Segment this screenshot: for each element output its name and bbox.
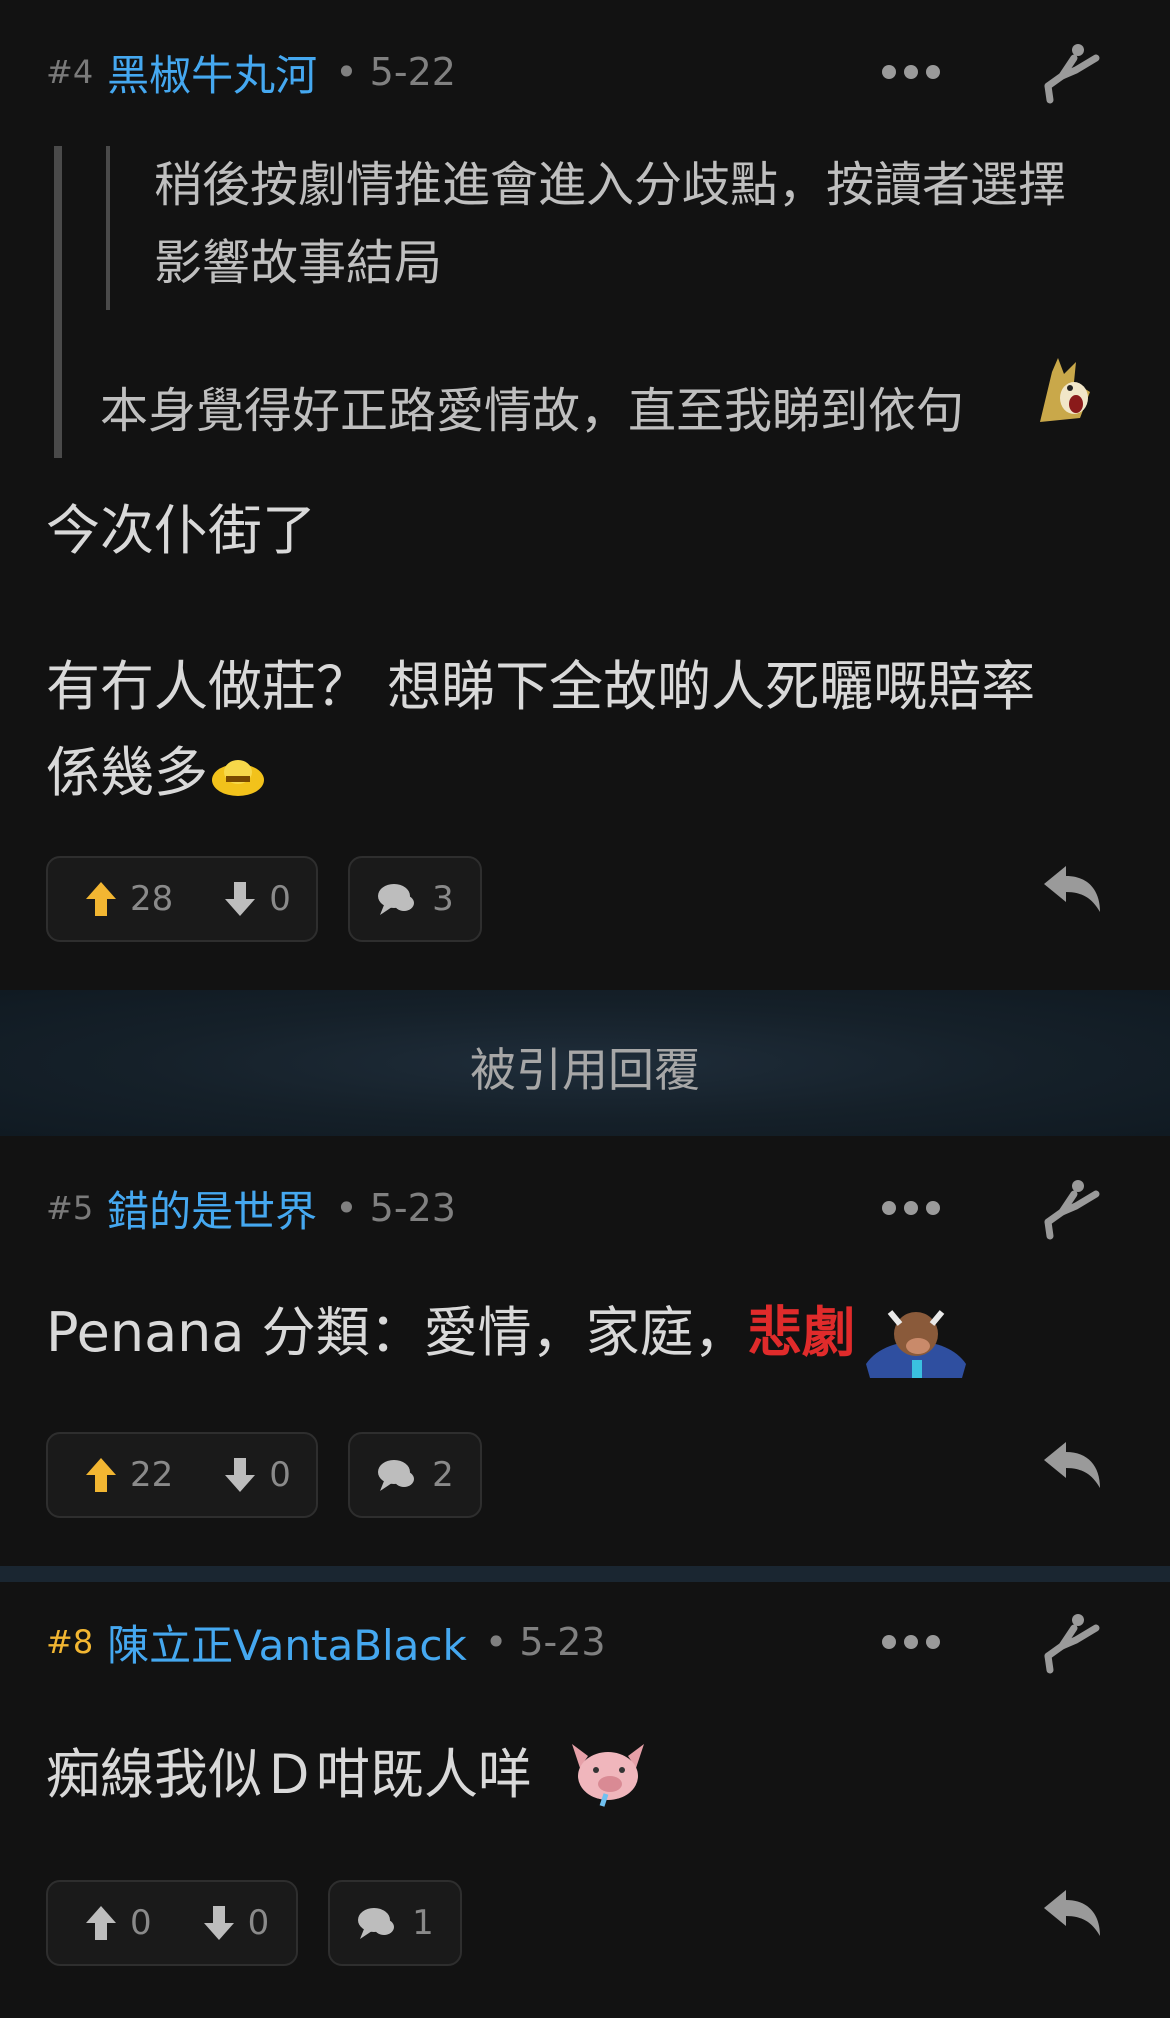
post-body-line-2: 有冇人做莊？ 想睇下全故啲人死曬嘅賠率 — [46, 655, 1036, 718]
vote-box: 28 0 — [46, 856, 318, 942]
nested-quote-line-1: 稍後按劇情推進會進入分歧點，按讀者選擇 — [154, 157, 1067, 213]
comment-count: 2 — [432, 1455, 454, 1495]
more-options-button[interactable] — [882, 1622, 942, 1662]
downvote-arrow-icon — [225, 882, 256, 916]
post-number: #5 — [46, 1189, 94, 1227]
more-dots-icon — [882, 1201, 896, 1215]
upvote-button[interactable]: 28 — [84, 879, 173, 919]
comment-button[interactable]: 3 — [348, 856, 482, 942]
upvote-arrow-icon — [86, 1906, 116, 1940]
more-dots-icon — [882, 1635, 896, 1649]
post-body: Penana 分類：愛情，家庭，悲劇 — [46, 1290, 974, 1379]
post-number: #8 — [46, 1623, 94, 1661]
post-header: #4 黑椒牛丸河 • 5-22 — [46, 46, 456, 100]
downvote-button[interactable]: 0 — [202, 1903, 270, 1943]
upvote-count: 22 — [130, 1455, 174, 1495]
post-body-line-3-text: 係幾多 — [46, 741, 208, 804]
quote-text: 本身覺得好正路愛情故，直至我睇到依句 — [100, 372, 964, 450]
upvote-button[interactable]: 0 — [84, 1903, 152, 1943]
post-4: #4 黑椒牛丸河 • 5-22 稍後按劇情推進會進入分歧點，按讀者選擇 影響故事… — [0, 0, 1170, 990]
vote-box: 0 0 — [46, 1880, 298, 1966]
username-link[interactable]: 錯的是世界 — [107, 1178, 317, 1239]
comment-bubble-icon — [378, 884, 415, 915]
comment-count: 1 — [412, 1903, 434, 1943]
post-body: 痴線我似Ｄ咁既人咩 — [46, 1732, 532, 1818]
username-link[interactable]: 陳立正VantaBlack — [107, 1612, 467, 1673]
quote-bar-outer — [54, 146, 62, 458]
fly-icon[interactable] — [1040, 1176, 1104, 1240]
bull-emoji-icon — [865, 1310, 966, 1379]
fly-icon[interactable] — [1040, 40, 1104, 104]
reply-arrow-icon[interactable] — [1040, 862, 1104, 918]
post-divider — [0, 1566, 1170, 1582]
post-number: #4 — [46, 53, 94, 91]
quote-text-content: 本身覺得好正路愛情故，直至我睇到依句 — [100, 383, 965, 439]
post-body-line-1: 今次仆街了 — [46, 499, 316, 562]
post-8: #8 陳立正VantaBlack • 5-23 痴線我似Ｄ咁既人咩 0 0 1 — [0, 1582, 1170, 2018]
post-date: • 5-23 — [484, 1620, 606, 1664]
downvote-arrow-icon — [225, 1458, 256, 1492]
username-link[interactable]: 黑椒牛丸河 — [107, 42, 317, 103]
nested-quote-line-2: 影響故事結局 — [154, 235, 443, 291]
reply-arrow-icon[interactable] — [1040, 1886, 1104, 1942]
upvote-arrow-icon — [86, 882, 116, 916]
quoted-replies-label: 被引用回覆 — [470, 1043, 700, 1097]
downvote-button[interactable]: 0 — [223, 1455, 291, 1495]
tragedy-tag: 悲劇 — [747, 1301, 856, 1364]
post-body-text: 痴線我似Ｄ咁既人咩 — [46, 1743, 532, 1806]
post-header: #5 錯的是世界 • 5-23 — [46, 1182, 456, 1236]
upvote-button[interactable]: 22 — [84, 1455, 173, 1495]
downvote-count: 0 — [269, 1455, 291, 1495]
quoted-replies-banner[interactable]: 被引用回覆 — [0, 990, 1170, 1136]
vote-box: 22 0 — [46, 1432, 318, 1518]
quote-bar-inner — [106, 146, 110, 310]
upvote-count: 0 — [130, 1903, 152, 1943]
downvote-arrow-icon — [203, 1906, 234, 1940]
pig-emoji-icon — [572, 1744, 644, 1807]
downvote-count: 0 — [269, 879, 291, 919]
comment-bubble-icon — [358, 1908, 395, 1939]
comment-button[interactable]: 2 — [348, 1432, 482, 1518]
post-body-text: Penana 分類：愛情，家庭， — [46, 1301, 748, 1364]
post-body-line-3: 係幾多 — [46, 730, 268, 816]
fly-icon[interactable] — [1040, 1610, 1104, 1674]
post-header: #8 陳立正VantaBlack • 5-23 — [46, 1616, 606, 1670]
reply-arrow-icon[interactable] — [1040, 1438, 1104, 1494]
downvote-button[interactable]: 0 — [223, 879, 291, 919]
post-date: • 5-22 — [335, 50, 456, 94]
comment-button[interactable]: 1 — [328, 1880, 462, 1966]
downvote-count: 0 — [247, 1903, 270, 1943]
upvote-arrow-icon — [86, 1458, 116, 1492]
shock-emoji-icon — [1040, 358, 1090, 422]
post-5: #5 錯的是世界 • 5-23 Penana 分類：愛情，家庭，悲劇 22 0 … — [0, 1136, 1170, 1566]
upvote-count: 28 — [130, 879, 174, 919]
more-options-button[interactable] — [882, 1188, 942, 1228]
post-date: • 5-23 — [335, 1186, 456, 1230]
more-options-button[interactable] — [882, 52, 942, 92]
comment-count: 3 — [432, 879, 454, 919]
yellow-face-emoji-icon — [212, 760, 264, 797]
comment-bubble-icon — [378, 1460, 415, 1491]
more-dots-icon — [882, 65, 896, 79]
